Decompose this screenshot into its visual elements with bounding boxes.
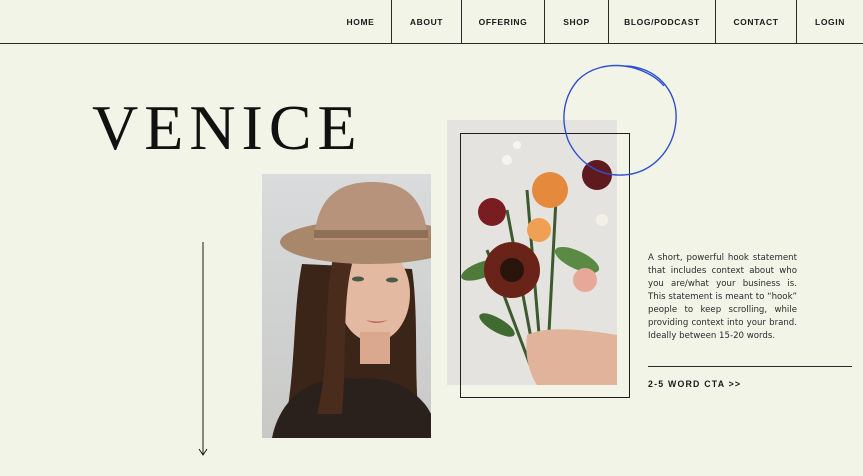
nav-offering[interactable]: OFFERING <box>462 0 544 43</box>
nav-shop[interactable]: SHOP <box>545 0 608 43</box>
nav-blog-podcast[interactable]: BLOG/PODCAST <box>609 0 715 43</box>
nav-home[interactable]: HOME <box>330 0 391 43</box>
nav-contact[interactable]: CONTACT <box>716 0 796 43</box>
hook-statement: A short, powerful hook statement that in… <box>648 253 797 341</box>
hand-drawn-circle <box>563 64 677 176</box>
portrait-photo <box>262 174 431 438</box>
nav-about[interactable]: ABOUT <box>392 0 461 43</box>
cta-link[interactable]: 2-5 WORD CTA >> <box>648 379 741 389</box>
brand-title: VENICE <box>92 92 363 163</box>
down-arrow-icon[interactable] <box>197 242 209 460</box>
divider-line <box>648 366 852 367</box>
top-navigation: HOME ABOUT OFFERING SHOP BLOG/PODCAST CO… <box>0 0 863 44</box>
nav-login[interactable]: LOGIN <box>797 0 863 43</box>
